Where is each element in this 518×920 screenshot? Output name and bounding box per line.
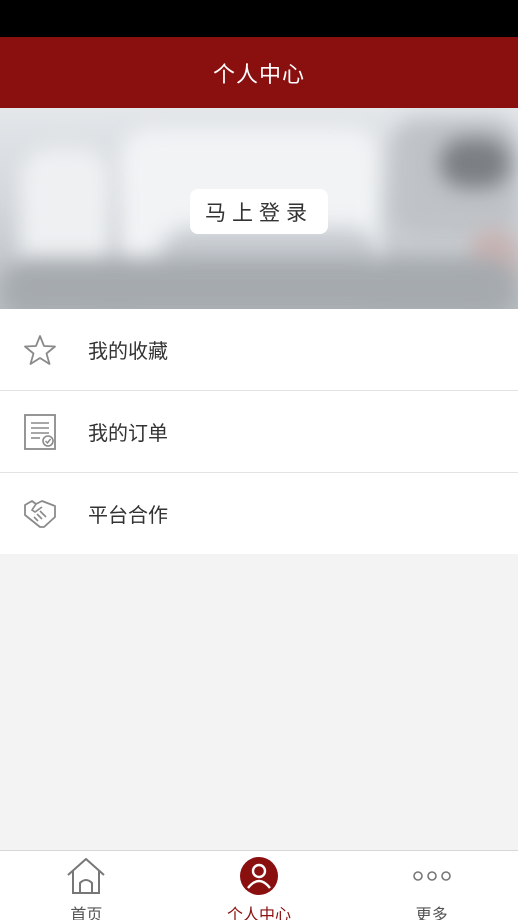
menu-list: 我的收藏 我的订单 平台合作 — [0, 309, 518, 554]
menu-item-label: 我的订单 — [88, 421, 168, 445]
handshake-icon — [22, 496, 58, 532]
tab-bar: 首页 个人中心 更多 — [0, 850, 518, 920]
tab-home[interactable]: 首页 — [0, 851, 173, 920]
menu-item-favorites[interactable]: 我的收藏 — [0, 309, 518, 391]
status-bar — [0, 0, 518, 37]
tab-label: 个人中心 — [227, 905, 292, 920]
page-title: 个人中心 — [212, 62, 305, 88]
profile-banner: 马上登录 — [0, 108, 518, 309]
nav-bar: 个人中心 — [0, 37, 518, 108]
menu-item-orders[interactable]: 我的订单 — [0, 391, 518, 473]
more-dots-icon — [411, 855, 453, 897]
tab-label: 更多 — [415, 905, 448, 920]
home-icon — [65, 855, 107, 897]
tab-more[interactable]: 更多 — [345, 851, 518, 920]
menu-item-label: 我的收藏 — [88, 339, 168, 363]
tab-label: 首页 — [70, 905, 103, 920]
tab-profile[interactable]: 个人中心 — [173, 851, 346, 920]
user-icon — [238, 855, 280, 897]
star-icon — [22, 332, 58, 368]
login-button[interactable]: 马上登录 — [190, 189, 328, 234]
menu-item-cooperation[interactable]: 平台合作 — [0, 473, 518, 554]
order-list-icon — [22, 413, 58, 450]
menu-item-label: 平台合作 — [88, 503, 168, 527]
